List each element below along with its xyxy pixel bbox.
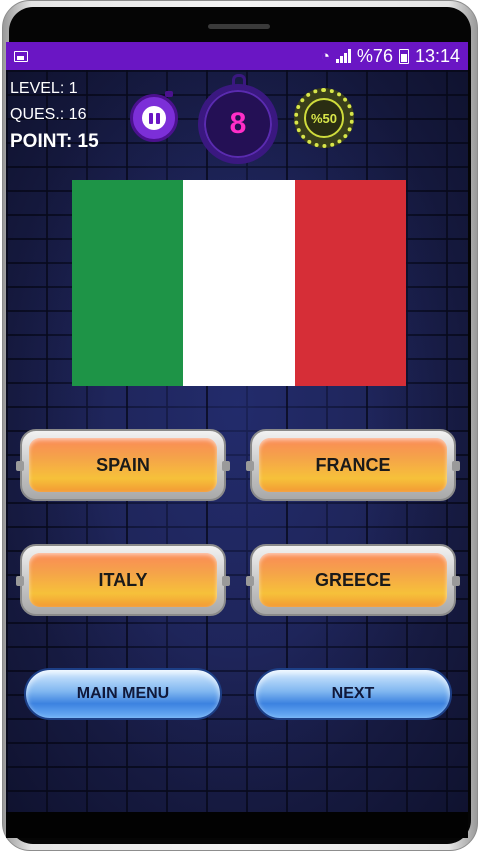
status-bar: ◔ %76 13:14 bbox=[6, 42, 468, 70]
next-button[interactable]: NEXT bbox=[254, 668, 452, 720]
flag-stripe-green bbox=[72, 180, 184, 386]
stopwatch-knob-icon bbox=[232, 74, 246, 86]
pause-icon bbox=[142, 106, 166, 130]
question-label: QUES.: 16 bbox=[10, 106, 87, 123]
answer-button-4[interactable]: GREECE bbox=[246, 544, 460, 616]
answer-label-1: SPAIN bbox=[29, 438, 217, 492]
country-flag bbox=[72, 180, 406, 386]
answer-label-4: GREECE bbox=[259, 553, 447, 607]
pause-button[interactable] bbox=[130, 91, 178, 142]
hud-stats: LEVEL: 1 QUES.: 16 POINT: 15 bbox=[10, 76, 99, 156]
battery-icon bbox=[398, 48, 409, 64]
countdown-timer: 8 bbox=[198, 74, 278, 164]
navigation-bar-area bbox=[6, 812, 468, 838]
level-label: LEVEL: 1 bbox=[10, 80, 78, 97]
joker-label: %50 bbox=[304, 98, 344, 138]
game-screen: LEVEL: 1 QUES.: 16 POINT: 15 8 %50 SPAIN… bbox=[6, 70, 468, 812]
answer-label-2: FRANCE bbox=[259, 438, 447, 492]
point-label: POINT: 15 bbox=[10, 131, 99, 152]
fifty-fifty-joker-button[interactable]: %50 bbox=[294, 88, 354, 148]
signal-icon bbox=[335, 49, 351, 63]
main-menu-button[interactable]: MAIN MENU bbox=[24, 668, 222, 720]
wifi-icon: ◔ bbox=[320, 47, 330, 65]
flag-stripe-red bbox=[294, 180, 406, 386]
timer-value: 8 bbox=[229, 107, 247, 140]
speaker-grille bbox=[208, 24, 270, 29]
status-right-group: ◔ %76 13:14 bbox=[321, 46, 460, 67]
clock: 13:14 bbox=[414, 45, 460, 66]
gallery-notification-icon bbox=[14, 50, 28, 62]
answer-label-3: ITALY bbox=[29, 553, 217, 607]
flag-stripe-white bbox=[183, 180, 295, 386]
answer-button-2[interactable]: FRANCE bbox=[246, 429, 460, 501]
battery-percent: %76 bbox=[356, 45, 393, 66]
answer-button-1[interactable]: SPAIN bbox=[16, 429, 230, 501]
answer-button-3[interactable]: ITALY bbox=[16, 544, 230, 616]
